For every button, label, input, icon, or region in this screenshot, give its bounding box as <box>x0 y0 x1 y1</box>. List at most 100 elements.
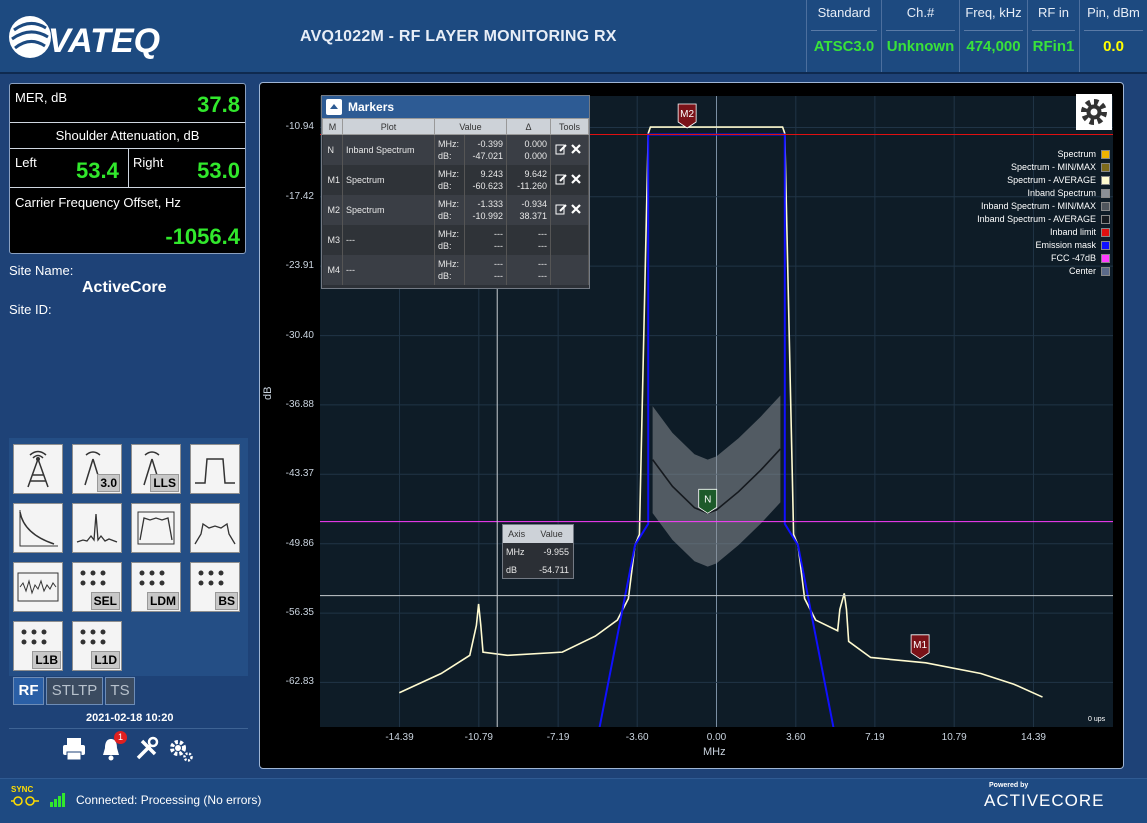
x-tick-label: 3.60 <box>786 732 806 743</box>
marker-row-m1[interactable]: M1 Spectrum MHz: dB: 9.243 -60.623 9.642 -1… <box>322 164 589 195</box>
waveform-tool-button[interactable] <box>13 562 63 612</box>
notification-badge: 1 <box>114 731 127 744</box>
atsc3-tool-button[interactable]: 3.0 <box>72 444 122 494</box>
decay-curve-icon <box>19 510 58 547</box>
marker-plot: --- <box>342 254 435 285</box>
site-id-label: Site ID: <box>9 302 52 317</box>
header-frequency: Freq, kHz 474,000 <box>959 0 1027 72</box>
chart-settings-button[interactable] <box>1076 94 1112 130</box>
edit-icon[interactable] <box>555 203 567 215</box>
site-name-value: ActiveCore <box>82 279 167 296</box>
left-label: Left <box>15 155 37 170</box>
sel-tool-button[interactable]: SEL <box>72 562 122 612</box>
legend-label: Spectrum - MIN/MAX <box>1010 162 1096 172</box>
marker-id: M4 <box>322 254 343 285</box>
rf-tower-tool-button[interactable] <box>13 444 63 494</box>
status-bar: SYNC Connected: Processing (No errors) P… <box>0 778 1147 823</box>
tower-icon <box>27 450 49 488</box>
marker-value: 9.243 <box>480 168 503 179</box>
marker-value: --- <box>494 258 503 269</box>
rf-in-value: RFin1 <box>1032 38 1075 55</box>
impulse-tool-button[interactable] <box>72 503 122 553</box>
sel-tag: SEL <box>90 592 120 610</box>
tab-bar: RF STLTP TS <box>9 677 248 707</box>
y-tick-label: -49.86 <box>285 537 314 549</box>
marker-delta: 38.371 <box>519 210 547 221</box>
delete-icon[interactable] <box>570 143 582 155</box>
legend-item[interactable]: Inband Spectrum - AVERAGE <box>940 213 1110 226</box>
tab-ts[interactable]: TS <box>105 677 135 705</box>
waveform-icon <box>17 572 59 602</box>
delete-icon[interactable] <box>570 203 582 215</box>
edit-icon[interactable] <box>555 173 567 185</box>
marker-row-m3[interactable]: M3 --- MHz: dB: --- --- --- --- <box>322 224 589 255</box>
marker-plot: --- <box>342 224 435 255</box>
spectrum-tool-button[interactable] <box>190 503 240 553</box>
legend-item[interactable]: Center <box>940 265 1110 278</box>
l1d-tool-button[interactable]: L1D <box>72 621 122 671</box>
ldm-tool-button[interactable]: LDM <box>131 562 181 612</box>
legend-item[interactable]: Spectrum - AVERAGE <box>940 174 1110 187</box>
legend-swatch <box>1101 267 1110 276</box>
tab-rf[interactable]: RF <box>13 677 44 705</box>
notifications-button[interactable]: 1 <box>97 731 127 763</box>
sync-label: SYNC <box>11 785 34 794</box>
connection-status: Connected: Processing (No errors) <box>76 793 262 807</box>
legend-item[interactable]: Inband limit <box>940 226 1110 239</box>
l1b-tool-button[interactable]: L1B <box>13 621 63 671</box>
settings-gears-icon[interactable] <box>166 735 194 763</box>
marker-unit: MHz: <box>438 168 459 179</box>
legend-swatch <box>1101 150 1110 159</box>
marker-value: --- <box>494 270 503 281</box>
y-tick-label: -43.37 <box>285 468 314 480</box>
marker-row-m4[interactable]: M4 --- MHz: dB: --- --- --- --- <box>322 254 589 285</box>
legend-item[interactable]: Spectrum - MIN/MAX <box>940 161 1110 174</box>
x-tick-label: -10.79 <box>464 732 493 743</box>
decay-tool-button[interactable] <box>13 503 63 553</box>
app-window: VATEQ AVQ1022M - RF LAYER MONITORING RX … <box>0 0 1147 823</box>
legend-item[interactable]: Inband Spectrum - MIN/MAX <box>940 200 1110 213</box>
mer-value: 37.8 <box>197 92 240 117</box>
standard-label: Standard <box>817 5 871 20</box>
marker-value: --- <box>494 228 503 239</box>
collapse-button[interactable] <box>326 99 342 115</box>
legend-label: Spectrum <box>1057 149 1096 159</box>
activecore-logo: ACTIVECORE <box>984 791 1105 810</box>
x-tick-label: 0.00 <box>706 732 727 743</box>
readout-value: -9.955 <box>543 547 569 557</box>
readout-value: -54.711 <box>539 565 569 575</box>
bs-tool-button[interactable]: BS <box>190 562 240 612</box>
marker-plot: Spectrum <box>342 164 435 195</box>
x-tick-label: -7.19 <box>546 732 570 743</box>
col-header-value: Value <box>434 118 507 135</box>
marker-delta: 9.642 <box>524 168 547 179</box>
bottom-toolbar: 1 <box>9 728 248 768</box>
impulse-response-icon <box>76 513 118 543</box>
right-label: Right <box>133 155 164 170</box>
legend-item[interactable]: Emission mask <box>940 239 1110 252</box>
legend-item[interactable]: FCC -47dB <box>940 252 1110 265</box>
delete-icon[interactable] <box>570 173 582 185</box>
marker-row-n[interactable]: N Inband Spectrum MHz: dB: -0.399 -47.021 … <box>322 134 589 165</box>
legend-item[interactable]: Inband Spectrum <box>940 187 1110 200</box>
lls-tool-button[interactable]: LLS <box>131 444 181 494</box>
edit-icon[interactable] <box>555 143 567 155</box>
bs-tag: BS <box>215 592 238 610</box>
lls-tag: LLS <box>150 474 179 492</box>
marker-flag-label: M1 <box>913 640 927 651</box>
legend-label: Inband limit <box>1049 227 1096 237</box>
bandwidth-tool-button[interactable] <box>190 444 240 494</box>
legend-swatch <box>1101 163 1110 172</box>
marker-id: N <box>322 134 343 165</box>
legend-item[interactable]: Spectrum <box>940 148 1110 161</box>
tools-icon[interactable] <box>133 735 161 763</box>
channel-response-tool-button[interactable] <box>131 503 181 553</box>
spectrum-icon <box>194 522 236 545</box>
shoulder-row: Shoulder Attenuation, dB <box>10 123 245 149</box>
tab-stltp[interactable]: STLTP <box>46 677 103 705</box>
marker-row-m2[interactable]: M2 Spectrum MHz: dB: -1.333 -10.992 -0.934… <box>322 194 589 225</box>
sync-icon <box>11 796 39 806</box>
printer-icon[interactable] <box>60 735 88 763</box>
marker-delta: 0.000 <box>524 138 547 149</box>
x-tick-label: 7.19 <box>865 732 885 743</box>
